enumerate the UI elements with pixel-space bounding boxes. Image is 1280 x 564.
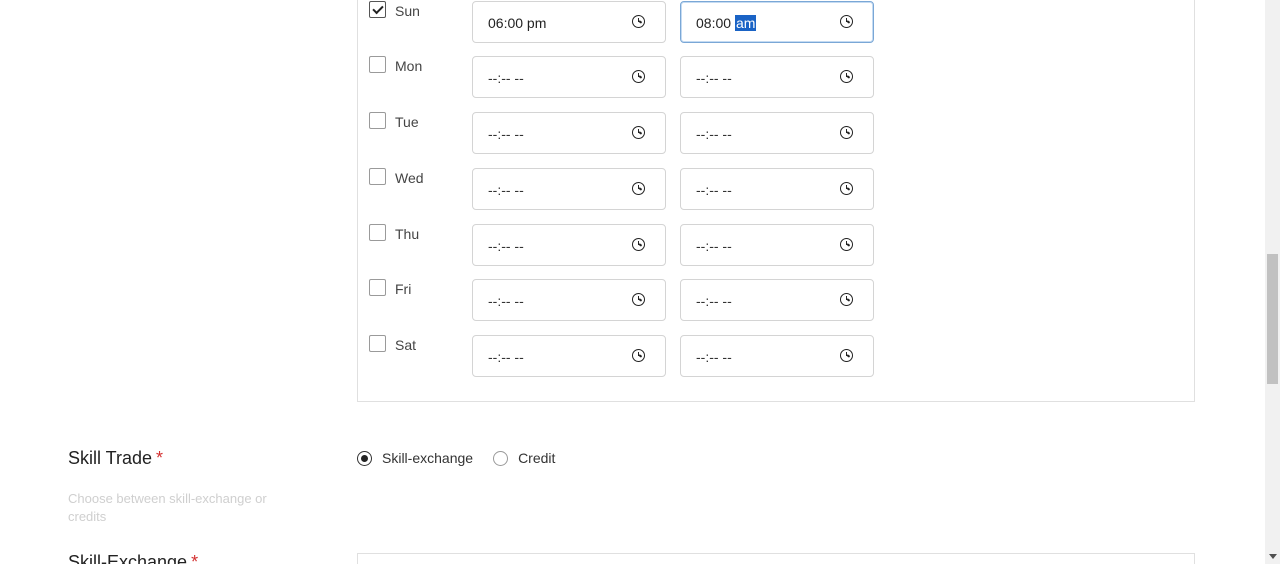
end-time-input-mon[interactable]: --:-- -- xyxy=(680,56,874,98)
clock-icon[interactable] xyxy=(632,182,645,195)
day-checkbox-wed[interactable] xyxy=(369,168,386,185)
availability-panel: Sun 06:00 pm 08:00 am Mon --:-- -- --:--… xyxy=(357,0,1195,402)
day-label: Sat xyxy=(395,337,417,353)
skill-exchange-panel xyxy=(357,553,1195,564)
day-label: Wed xyxy=(395,170,424,186)
clock-icon[interactable] xyxy=(840,293,853,306)
radio-label-skill-exchange[interactable]: Skill-exchange xyxy=(382,450,473,466)
radio-dot xyxy=(361,454,368,462)
clock-icon[interactable] xyxy=(840,126,853,139)
start-time-value: --:-- -- xyxy=(488,293,524,309)
day-checkbox-sun[interactable] xyxy=(369,1,386,18)
skill-trade-title: Skill Trade * xyxy=(68,448,164,468)
end-time-value: --:-- -- xyxy=(696,238,732,254)
day-checkbox-fri[interactable] xyxy=(369,279,386,296)
clock-icon[interactable] xyxy=(632,70,645,83)
day-row-sat: Sat --:-- -- --:-- -- xyxy=(358,334,1194,377)
day-label: Tue xyxy=(395,114,419,130)
start-time-value: --:-- -- xyxy=(488,70,524,86)
page-scrollbar[interactable] xyxy=(1265,0,1280,564)
end-time-input-wed[interactable]: --:-- -- xyxy=(680,168,874,210)
start-time-value: 06:00 pm xyxy=(488,15,547,31)
day-checkbox-sat[interactable] xyxy=(369,335,386,352)
end-time-value: --:-- -- xyxy=(696,70,732,86)
scroll-down-arrow-icon[interactable] xyxy=(1269,554,1277,559)
start-time-input-tue[interactable]: --:-- -- xyxy=(472,112,666,154)
end-time-input-sun[interactable]: 08:00 am xyxy=(680,1,874,43)
day-label: Mon xyxy=(395,58,423,74)
end-time-value: --:-- -- xyxy=(696,182,732,198)
skill-trade-description: Choose between skill-exchange or credits xyxy=(68,491,267,524)
day-row-mon: Mon --:-- -- --:-- -- xyxy=(358,55,1194,98)
radio-credit[interactable] xyxy=(493,450,509,466)
day-row-tue: Tue --:-- -- --:-- -- xyxy=(358,111,1194,154)
day-checkbox-tue[interactable] xyxy=(369,112,386,129)
radio-skill-exchange[interactable] xyxy=(357,450,372,466)
skill-trade-options: Skill-exchange Credit xyxy=(357,450,575,466)
required-mark: * xyxy=(156,448,164,468)
end-time-value: --:-- -- xyxy=(696,293,732,309)
day-label: Fri xyxy=(395,281,412,297)
day-label: Thu xyxy=(395,226,420,242)
end-time-input-thu[interactable]: --:-- -- xyxy=(680,224,874,266)
radio-label-credit[interactable]: Credit xyxy=(518,450,555,466)
start-time-input-wed[interactable]: --:-- -- xyxy=(472,168,666,210)
start-time-input-mon[interactable]: --:-- -- xyxy=(472,56,666,98)
day-row-fri: Fri --:-- -- --:-- -- xyxy=(358,278,1194,321)
end-time-input-tue[interactable]: --:-- -- xyxy=(680,112,874,154)
end-time-value: --:-- -- xyxy=(696,126,732,142)
end-time-input-sat[interactable]: --:-- -- xyxy=(680,335,874,377)
skill-exchange-title: Skill-Exchange * xyxy=(68,552,198,564)
clock-icon[interactable] xyxy=(840,238,853,251)
day-row-wed: Wed --:-- -- --:-- -- xyxy=(358,167,1194,210)
clock-icon[interactable] xyxy=(840,349,853,362)
checkmark-icon xyxy=(371,2,384,14)
start-time-input-fri[interactable]: --:-- -- xyxy=(472,279,666,321)
clock-icon[interactable] xyxy=(840,182,853,195)
clock-icon[interactable] xyxy=(632,293,645,306)
clock-icon[interactable] xyxy=(840,70,853,83)
day-checkbox-thu[interactable] xyxy=(369,224,386,241)
clock-icon[interactable] xyxy=(632,126,645,139)
start-time-value: --:-- -- xyxy=(488,349,524,365)
day-checkbox-mon[interactable] xyxy=(369,56,386,73)
scrollbar-thumb[interactable] xyxy=(1267,254,1278,384)
day-row-sun: Sun 06:00 pm 08:00 am xyxy=(358,0,1194,43)
page: Sun 06:00 pm 08:00 am Mon --:-- -- --:--… xyxy=(0,0,1280,564)
end-time-input-fri[interactable]: --:-- -- xyxy=(680,279,874,321)
clock-icon[interactable] xyxy=(632,15,645,28)
end-time-value: 08:00 am xyxy=(696,15,757,31)
start-time-input-thu[interactable]: --:-- -- xyxy=(472,224,666,266)
clock-icon[interactable] xyxy=(632,238,645,251)
selected-period: am xyxy=(734,15,757,31)
day-row-thu: Thu --:-- -- --:-- -- xyxy=(358,223,1194,266)
start-time-value: --:-- -- xyxy=(488,126,524,142)
start-time-input-sun[interactable]: 06:00 pm xyxy=(472,1,666,43)
clock-icon[interactable] xyxy=(632,349,645,362)
start-time-input-sat[interactable]: --:-- -- xyxy=(472,335,666,377)
clock-icon[interactable] xyxy=(840,15,853,28)
required-mark: * xyxy=(191,552,199,564)
day-label: Sun xyxy=(395,3,420,19)
start-time-value: --:-- -- xyxy=(488,182,524,198)
end-time-value: --:-- -- xyxy=(696,349,732,365)
start-time-value: --:-- -- xyxy=(488,238,524,254)
